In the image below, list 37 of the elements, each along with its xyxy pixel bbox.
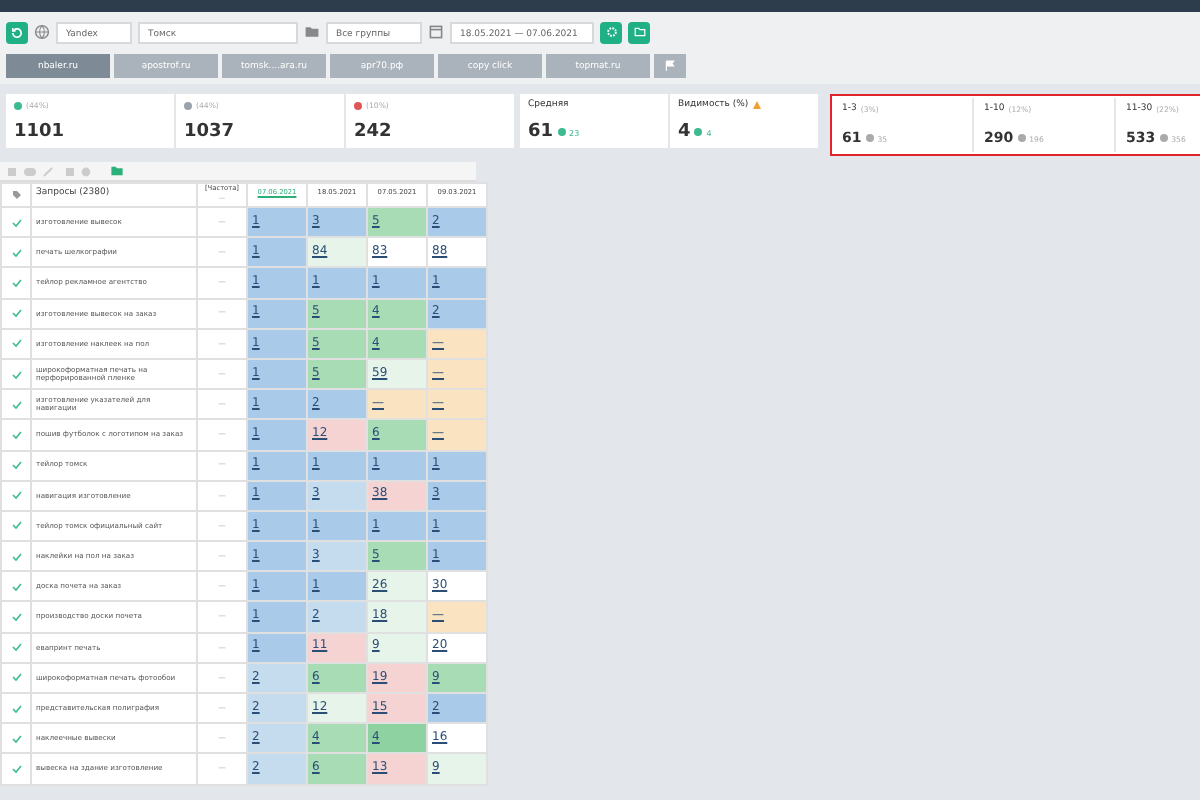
check-icon [11,612,21,623]
check-icon [11,642,21,653]
gear-icon [605,26,617,38]
check-icon [11,520,21,531]
check-icon [11,277,21,288]
globe-icon [34,24,50,40]
tag-icon [11,190,21,200]
flag-button[interactable] [654,54,686,78]
refresh-button[interactable] [6,21,28,43]
folder-icon [304,24,320,40]
folder-icon [633,26,645,38]
stat-value: 61 [528,122,554,142]
stat-value: 4 [678,122,691,142]
settings-button[interactable] [600,21,622,43]
folder-icon[interactable] [110,164,124,178]
stat-value: 1101 [14,122,67,142]
check-icon [11,460,21,471]
check-icon [11,369,21,380]
check-icon [11,672,21,683]
check-icon [11,429,21,440]
folder-button[interactable] [628,21,650,43]
check-icon [11,581,21,592]
check-icon [11,490,21,501]
check-icon [11,247,21,258]
check-icon [11,551,21,562]
check-icon [11,763,21,774]
check-icon [11,399,21,410]
check-icon [11,217,21,228]
refresh-icon [10,25,24,39]
flag-icon [664,60,676,72]
check-icon [11,338,21,349]
stat-value: 1037 [184,122,237,142]
check-icon [11,733,21,744]
calendar-icon [428,24,444,40]
check-icon [11,703,21,714]
stat-value: 242 [354,122,394,142]
check-icon [11,308,21,319]
